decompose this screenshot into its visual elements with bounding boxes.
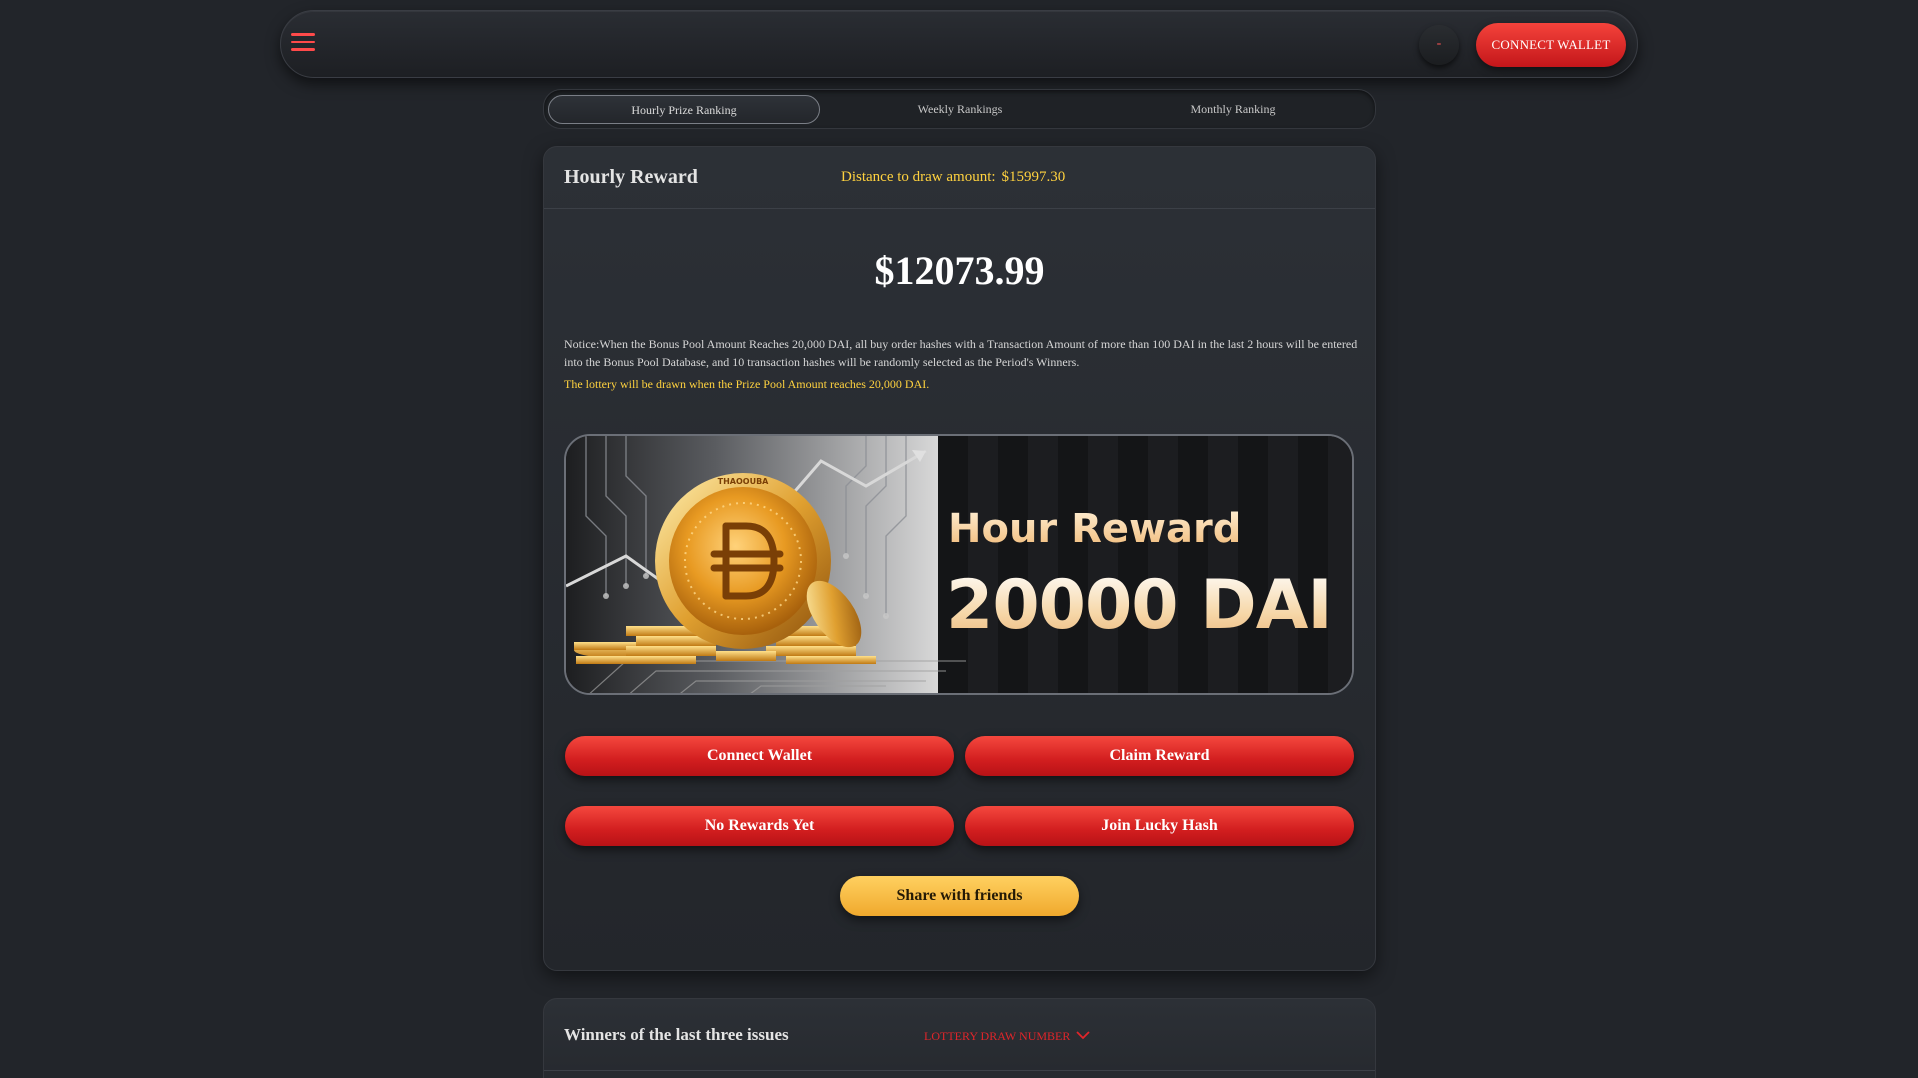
connect-wallet-button[interactable]: CONNECT WALLET bbox=[1476, 23, 1626, 67]
lottery-draw-number-select[interactable]: LOTTERY DRAW NUMBER bbox=[924, 1029, 1091, 1044]
claim-reward-button[interactable]: Claim Reward bbox=[965, 736, 1354, 776]
notice-text: Notice:When the Bonus Pool Amount Reache… bbox=[564, 337, 1358, 369]
ranking-tabs: Hourly Prize Ranking Weekly Rankings Mon… bbox=[543, 89, 1376, 129]
chevron-down-icon bbox=[1076, 1029, 1091, 1044]
top-navbar: - CONNECT WALLET bbox=[280, 10, 1638, 78]
hourly-reward-card: Hourly Reward Distance to draw amount: $1… bbox=[543, 146, 1376, 971]
banner-title-line2: 20000 DAI bbox=[946, 566, 1333, 645]
coin-text: THAOOUBA bbox=[718, 477, 770, 486]
distance-label: Distance to draw amount: bbox=[841, 169, 996, 185]
winners-card: Winners of the last three issues LOTTERY… bbox=[543, 998, 1376, 1078]
notice-highlight: The lottery will be drawn when the Prize… bbox=[564, 377, 930, 391]
distance-value: $15997.30 bbox=[1001, 169, 1066, 185]
connect-wallet-action-button[interactable]: Connect Wallet bbox=[565, 736, 954, 776]
tab-weekly-rankings[interactable]: Weekly Rankings bbox=[824, 95, 1096, 124]
join-lucky-hash-button[interactable]: Join Lucky Hash bbox=[965, 806, 1354, 846]
language-button[interactable]: - bbox=[1419, 25, 1459, 65]
distance-to-draw: Distance to draw amount: $15997.30 bbox=[841, 169, 1065, 186]
hour-reward-banner: THAOOUBA Hour Reward 20000 DAI bbox=[564, 434, 1354, 695]
share-with-friends-button[interactable]: Share with friends bbox=[840, 876, 1079, 916]
draw-select-label: LOTTERY DRAW NUMBER bbox=[924, 1029, 1071, 1043]
banner-title-line1: Hour Reward bbox=[948, 506, 1242, 552]
tab-monthly-ranking[interactable]: Monthly Ranking bbox=[1097, 95, 1369, 124]
no-rewards-button[interactable]: No Rewards Yet bbox=[565, 806, 954, 846]
hamburger-menu-icon[interactable] bbox=[291, 33, 315, 55]
card-header: Hourly Reward Distance to draw amount: $1… bbox=[544, 147, 1375, 209]
tab-hourly-prize-ranking[interactable]: Hourly Prize Ranking bbox=[548, 95, 820, 124]
prize-pool-amount: $12073.99 bbox=[874, 248, 1045, 293]
winners-header: Winners of the last three issues LOTTERY… bbox=[544, 999, 1375, 1071]
winners-title: Winners of the last three issues bbox=[564, 1025, 789, 1044]
card-title: Hourly Reward bbox=[564, 166, 698, 188]
